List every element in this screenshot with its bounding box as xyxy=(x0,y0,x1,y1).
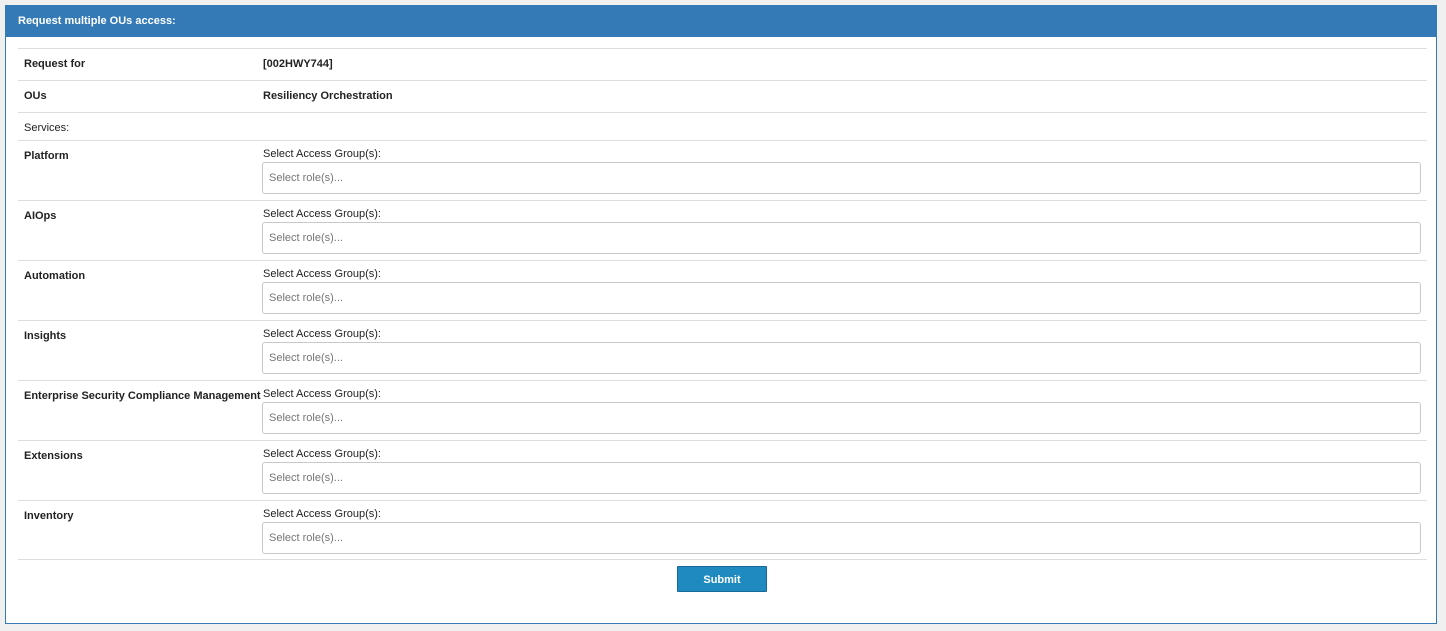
service-row-inventory: Inventory Select Access Group(s): xyxy=(18,500,1427,560)
request-for-label: Request for xyxy=(24,58,86,70)
role-select-aiops[interactable] xyxy=(262,222,1421,254)
role-select-escm[interactable] xyxy=(262,402,1421,434)
service-row-extensions: Extensions Select Access Group(s): xyxy=(18,440,1427,500)
role-select-platform[interactable] xyxy=(262,162,1421,194)
services-header-row: Services: xyxy=(18,112,1427,140)
access-group-label: Select Access Group(s): xyxy=(263,328,381,340)
access-group-label: Select Access Group(s): xyxy=(263,268,381,280)
role-select-extensions[interactable] xyxy=(262,462,1421,494)
role-select-automation[interactable] xyxy=(262,282,1421,314)
service-name: Inventory xyxy=(24,510,74,522)
service-row-aiops: AIOps Select Access Group(s): xyxy=(18,200,1427,260)
submit-button[interactable]: Submit xyxy=(677,566,767,592)
request-for-value: [002HWY744] xyxy=(263,58,333,70)
request-for-row: Request for [002HWY744] xyxy=(18,48,1427,80)
service-row-automation: Automation Select Access Group(s): xyxy=(18,260,1427,320)
request-form: Request for [002HWY744] OUs Resiliency O… xyxy=(18,48,1427,560)
access-group-label: Select Access Group(s): xyxy=(263,208,381,220)
ous-value: Resiliency Orchestration xyxy=(263,90,393,102)
request-access-panel: Request multiple OUs access: Request for… xyxy=(5,5,1437,624)
service-name: Automation xyxy=(24,270,86,282)
service-row-insights: Insights Select Access Group(s): xyxy=(18,320,1427,380)
access-group-label: Select Access Group(s): xyxy=(263,508,381,520)
access-group-label: Select Access Group(s): xyxy=(263,448,381,460)
service-name: AIOps xyxy=(24,210,57,222)
service-row-escm: Enterprise Security Compliance Managemen… xyxy=(18,380,1427,440)
role-select-inventory[interactable] xyxy=(262,522,1421,554)
service-row-platform: Platform Select Access Group(s): xyxy=(18,140,1427,200)
service-name: Insights xyxy=(24,330,67,342)
access-group-label: Select Access Group(s): xyxy=(263,148,381,160)
access-group-label: Select Access Group(s): xyxy=(263,388,381,400)
service-name: Extensions xyxy=(24,450,83,462)
panel-title: Request multiple OUs access: xyxy=(6,6,1436,37)
ous-row: OUs Resiliency Orchestration xyxy=(18,80,1427,112)
service-name: Platform xyxy=(24,150,69,162)
services-label: Services: xyxy=(24,122,70,134)
ous-label: OUs xyxy=(24,90,47,102)
service-name: Enterprise Security Compliance Managemen… xyxy=(24,390,261,402)
role-select-insights[interactable] xyxy=(262,342,1421,374)
